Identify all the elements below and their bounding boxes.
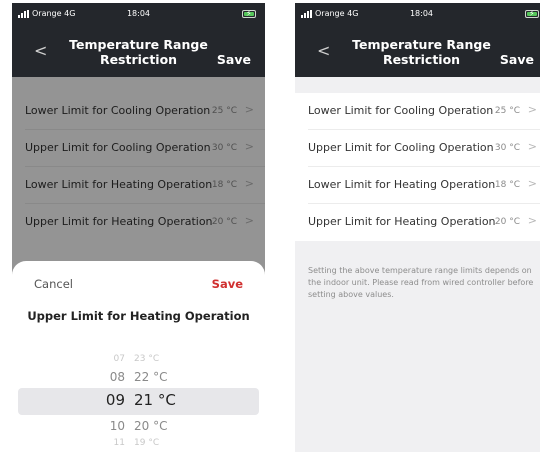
chevron-right-icon: > (527, 140, 537, 153)
save-button[interactable]: Save (500, 52, 534, 67)
picker-hour: 11 (113, 438, 125, 448)
clock: 18:04 (126, 9, 151, 18)
setting-label: Upper Limit for Heating Operation (308, 215, 496, 228)
setting-row-cooling-lower[interactable]: Lower Limit for Cooling Operation 25 °C … (308, 93, 540, 130)
page-title-line1: Temperature Range (69, 37, 208, 52)
setting-value: 18 °C (494, 180, 520, 190)
status-bar: Orange 4G 18:04 ⚡ (295, 3, 540, 25)
picker-temp: 21 °C (134, 391, 176, 409)
phone-screen-with-picker: Orange 4G 18:04 ⚡ < Temperature Range Re… (12, 3, 265, 452)
phone-screen-settings: Orange 4G 18:04 ⚡ < Temperature Range Re… (295, 3, 540, 452)
page-title: Temperature Range Restriction (68, 37, 209, 67)
chevron-right-icon: > (527, 103, 537, 116)
chevron-right-icon: > (527, 177, 537, 190)
setting-value: 25 °C (494, 106, 520, 116)
settings-list: Lower Limit for Cooling Operation 25 °C … (295, 93, 540, 241)
setting-label: Lower Limit for Cooling Operation (308, 104, 494, 117)
picker-option[interactable]: 11 19 °C (12, 431, 265, 452)
setting-value: 30 °C (494, 143, 520, 153)
picker-option[interactable]: 08 22 °C (12, 365, 265, 389)
setting-row-heating-upper[interactable]: Upper Limit for Heating Operation 20 °C … (308, 204, 540, 241)
sheet-save-button[interactable]: Save (212, 277, 243, 291)
setting-row-cooling-upper[interactable]: Upper Limit for Cooling Operation 30 °C … (308, 130, 540, 167)
picker-sheet: Cancel Save Upper Limit for Heating Oper… (12, 261, 265, 452)
nav-bar: < Temperature Range Restriction Save (295, 25, 540, 77)
back-chevron-icon[interactable]: < (317, 41, 330, 61)
picker-option-selected[interactable]: 09 21 °C (12, 389, 265, 413)
back-chevron-icon[interactable]: < (34, 41, 47, 61)
page-title-line1: Temperature Range (352, 37, 491, 52)
picker-hour: 08 (109, 370, 125, 384)
temperature-picker-wheel[interactable]: 07 23 °C 08 22 °C 09 21 °C 10 20 °C 11 1… (12, 351, 265, 452)
picker-hour: 07 (113, 354, 125, 364)
sheet-title: Upper Limit for Heating Operation (27, 309, 250, 323)
picker-temp: 19 °C (134, 438, 160, 448)
status-bar: Orange 4G 18:04 ⚡ (12, 3, 265, 25)
save-button[interactable]: Save (217, 52, 251, 67)
chevron-right-icon: > (527, 214, 537, 227)
nav-bar: < Temperature Range Restriction Save (12, 25, 265, 77)
page-title-line2: Restriction (382, 52, 461, 67)
battery-icon: ⚡ (525, 9, 539, 18)
picker-temp: 22 °C (134, 370, 168, 384)
setting-label: Upper Limit for Cooling Operation (308, 141, 494, 154)
info-note: Setting the above temperature range limi… (308, 266, 534, 299)
picker-temp: 23 °C (134, 354, 160, 364)
setting-label: Lower Limit for Heating Operation (308, 178, 496, 191)
setting-row-heating-lower[interactable]: Lower Limit for Heating Operation 18 °C … (308, 167, 540, 204)
page-title: Temperature Range Restriction (351, 37, 492, 67)
setting-value: 20 °C (494, 217, 520, 227)
page-title-line2: Restriction (99, 52, 178, 67)
cancel-button[interactable]: Cancel (34, 277, 73, 291)
clock: 18:04 (409, 9, 434, 18)
picker-hour: 09 (105, 391, 125, 409)
battery-icon: ⚡ (242, 9, 256, 18)
